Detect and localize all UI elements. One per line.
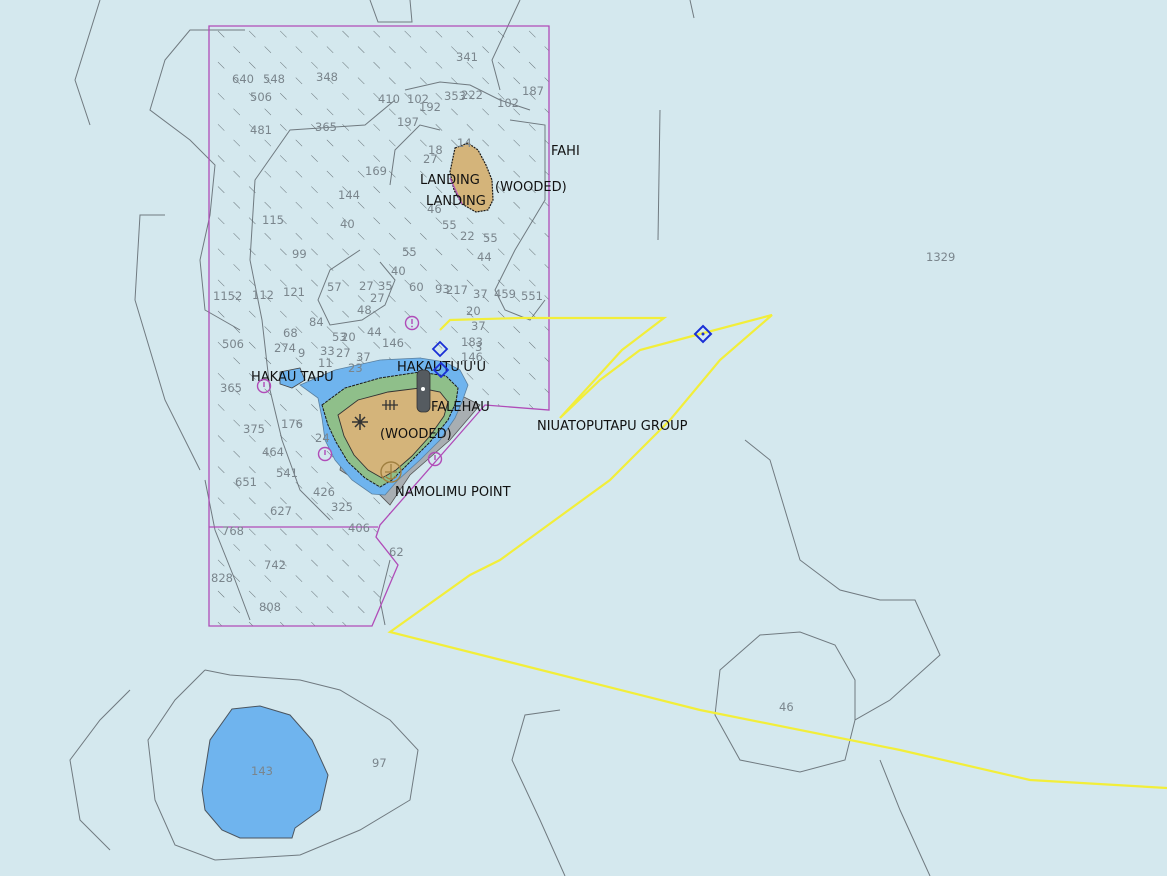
sounding: 274 — [274, 341, 296, 355]
sounding: 68 — [283, 326, 298, 340]
sounding: 341 — [456, 50, 478, 64]
sounding: 102 — [497, 96, 519, 110]
sounding: 365 — [220, 381, 242, 395]
place-name-wooded-main: (WOODED) — [380, 427, 452, 442]
place-name-landing: LANDING — [426, 194, 486, 209]
sounding: 627 — [270, 504, 292, 518]
sounding: 40 — [391, 264, 406, 278]
sounding: 410 — [378, 92, 400, 106]
sounding: 121 — [283, 285, 305, 299]
sounding: 176 — [281, 417, 303, 431]
place-name-falehau: FALEHAU — [431, 400, 490, 415]
sounding: 20 — [466, 304, 481, 318]
sounding: 187 — [522, 84, 544, 98]
sounding: 99 — [292, 247, 307, 261]
sounding: 406 — [348, 521, 370, 535]
sounding: 192 — [419, 100, 441, 114]
sounding: 222 — [461, 88, 483, 102]
sounding: 197 — [397, 115, 419, 129]
sounding: 459 — [494, 287, 516, 301]
sounding: 365 — [315, 120, 337, 134]
sounding: 1152 — [213, 289, 242, 303]
sounding: 27 — [336, 346, 351, 360]
sounding: 55 — [402, 245, 417, 259]
sounding: 37 — [473, 287, 488, 301]
sounding: 44 — [477, 250, 492, 264]
place-name-fahi: FAHI — [551, 144, 580, 159]
sounding: 115 — [262, 213, 284, 227]
sounding: 112 — [252, 288, 274, 302]
place-name-landing: LANDING — [420, 173, 480, 188]
sounding: 48 — [357, 303, 372, 317]
sounding: 9 — [298, 346, 305, 360]
sounding: 169 — [365, 164, 387, 178]
sounding: 146 — [382, 336, 404, 350]
sounding: 23 — [348, 361, 363, 375]
sounding: 548 — [263, 72, 285, 86]
place-name-niuatoputapu-group: NIUATOPUTAPU GROUP — [537, 419, 688, 434]
sounding: 541 — [276, 466, 298, 480]
sounding: 144 — [338, 188, 360, 202]
place-name-namolimu-point: NAMOLIMU POINT — [395, 485, 511, 500]
sounding: 46 — [779, 700, 794, 714]
sounding: 27 — [370, 291, 385, 305]
sounding: 40 — [340, 217, 355, 231]
sounding: 742 — [264, 558, 286, 572]
sounding: 37 — [471, 319, 486, 333]
sounding: 60 — [409, 280, 424, 294]
sounding: 55 — [483, 231, 498, 245]
sounding: 1329 — [926, 250, 955, 264]
sounding: 44 — [367, 325, 382, 339]
sounding: 11 — [318, 356, 333, 370]
sounding: 768 — [222, 524, 244, 538]
sounding: 14 — [457, 136, 472, 150]
sounding: 506 — [250, 90, 272, 104]
sounding: 325 — [331, 500, 353, 514]
sounding: 426 — [313, 485, 335, 499]
sounding: 20 — [341, 330, 356, 344]
sounding: 828 — [211, 571, 233, 585]
lighthouse-icon[interactable] — [416, 369, 431, 413]
sounding: 22 — [460, 229, 475, 243]
sounding: 27 — [423, 152, 438, 166]
sounding: 97 — [372, 756, 387, 770]
sounding: 481 — [250, 123, 272, 137]
sounding: 55 — [442, 218, 457, 232]
nautical-chart[interactable]: 341 640 548 348 187 506 410 102 192 353 … — [0, 0, 1167, 876]
sounding: 808 — [259, 600, 281, 614]
sounding: 217 — [446, 283, 468, 297]
sounding: 464 — [262, 445, 284, 459]
sounding: 143 — [251, 764, 273, 778]
sounding: 640 — [232, 72, 254, 86]
sounding: 57 — [327, 280, 342, 294]
sounding: 506 — [222, 337, 244, 351]
place-name-wooded-north: (WOODED) — [495, 180, 567, 195]
sounding: 62 — [389, 545, 404, 559]
sounding: 24 — [315, 431, 330, 445]
sounding: 375 — [243, 422, 265, 436]
sounding: 84 — [309, 315, 324, 329]
sounding: 651 — [235, 475, 257, 489]
sounding: 348 — [316, 70, 338, 84]
sounding: 551 — [521, 289, 543, 303]
